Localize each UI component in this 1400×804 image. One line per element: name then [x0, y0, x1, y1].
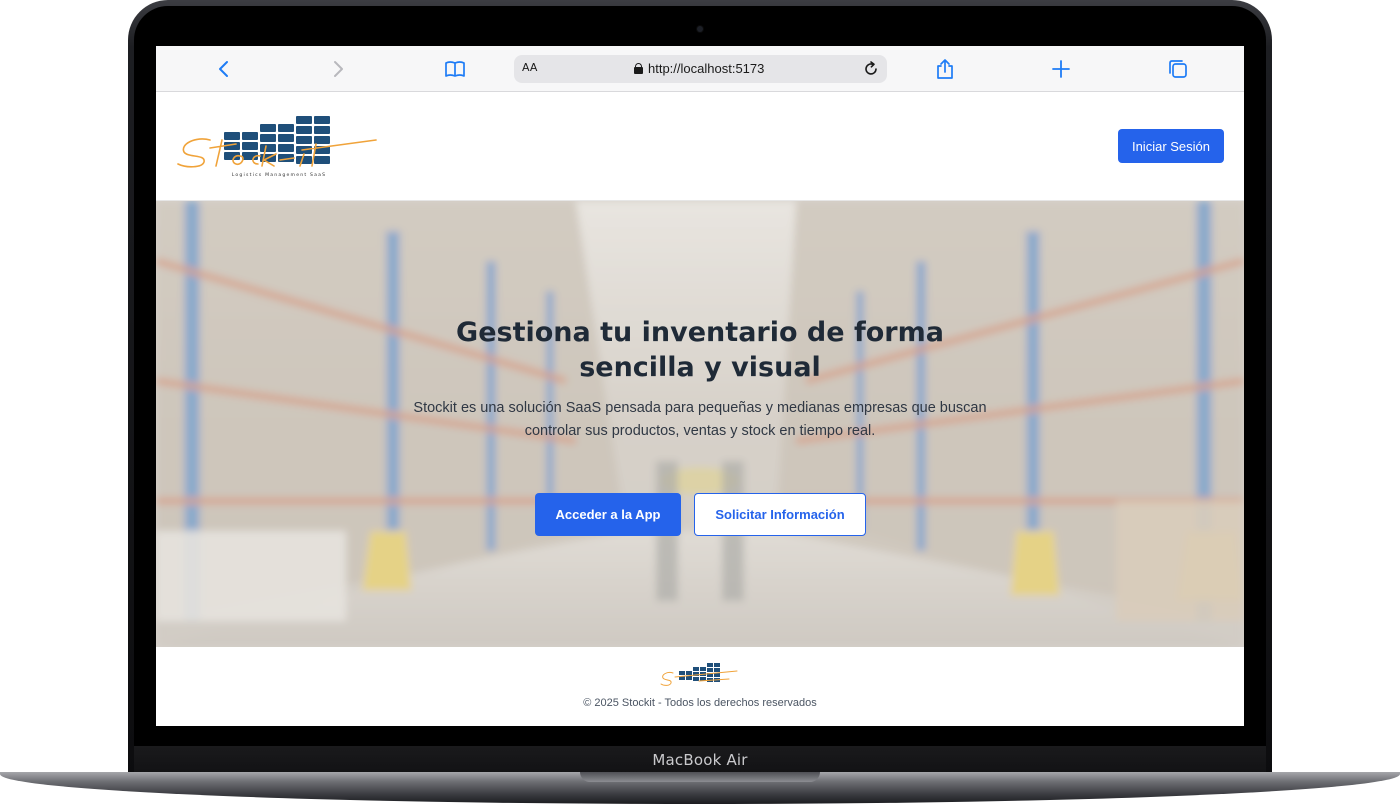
forward-icon[interactable]: [326, 57, 350, 81]
camera-icon: [697, 26, 703, 32]
footer-logo: [660, 663, 738, 686]
footer-copyright: © 2025 Stockit - Todos los derechos rese…: [583, 697, 817, 709]
bookmarks-icon[interactable]: [443, 57, 467, 81]
device-model-label: MacBook Air: [652, 751, 748, 769]
new-tab-icon[interactable]: [1049, 57, 1073, 81]
laptop-notch: [580, 772, 820, 782]
request-info-button[interactable]: Solicitar Información: [694, 493, 866, 536]
site-footer: © 2025 Stockit - Todos los derechos rese…: [156, 647, 1244, 726]
browser-screen: AA http://localhost:5173 Logistics Manag…: [156, 46, 1244, 726]
address-bar[interactable]: AA http://localhost:5173: [514, 55, 887, 83]
url-text[interactable]: http://localhost:5173: [648, 61, 764, 76]
browser-toolbar: AA http://localhost:5173: [156, 46, 1244, 92]
hero-section: Gestiona tu inventario de forma sencilla…: [156, 201, 1244, 647]
tabs-icon[interactable]: [1166, 57, 1190, 81]
stockit-logo[interactable]: Logistics Management SaaS: [176, 110, 381, 184]
logo-tagline: Logistics Management SaaS: [232, 172, 327, 178]
access-app-button[interactable]: Acceder a la App: [535, 493, 681, 536]
share-icon[interactable]: [933, 57, 957, 81]
site-header: Logistics Management SaaS Iniciar Sesión: [156, 92, 1244, 201]
hero-title-line2: sencilla y visual: [579, 352, 821, 383]
hero-title-line1: Gestiona tu inventario de forma: [456, 317, 944, 348]
hero-subtitle: Stockit es una solución SaaS pensada par…: [413, 400, 987, 439]
lock-icon: [634, 63, 643, 74]
login-button[interactable]: Iniciar Sesión: [1118, 129, 1224, 163]
text-size-button[interactable]: AA: [522, 61, 537, 74]
reload-icon[interactable]: [861, 59, 881, 79]
hero-title: Gestiona tu inventario de forma sencilla…: [400, 315, 1000, 385]
back-icon[interactable]: [212, 57, 236, 81]
